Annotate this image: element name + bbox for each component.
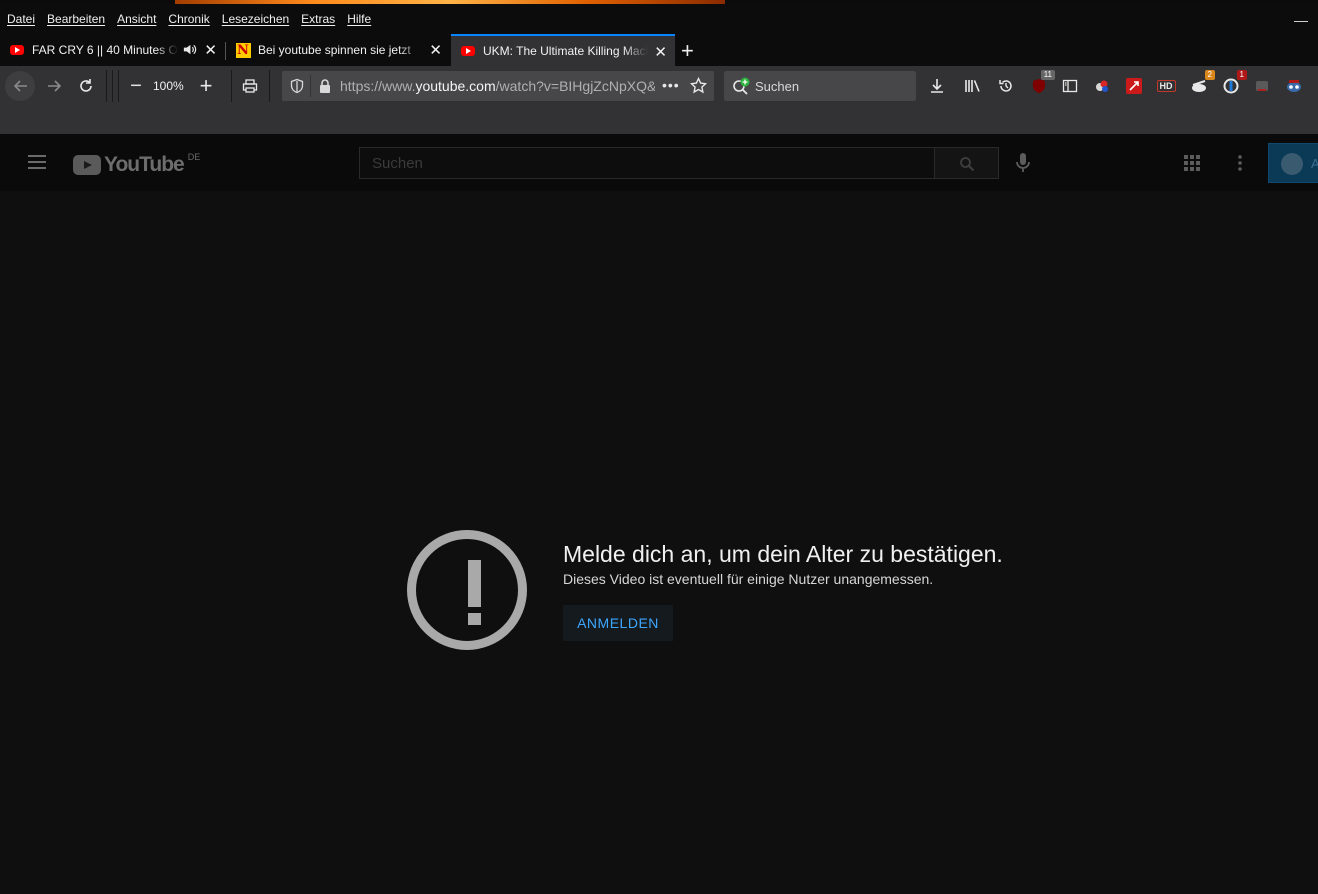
- toolbar-separator: [231, 70, 232, 102]
- hd-extension-icon[interactable]: HD: [1156, 76, 1176, 96]
- downloads-icon[interactable]: [927, 76, 947, 96]
- ublock-icon[interactable]: 11: [1029, 70, 1055, 96]
- search-placeholder: Suchen: [755, 79, 800, 94]
- tab-title: FAR CRY 6 || 40 Minutes Of N: [32, 43, 178, 57]
- history-icon[interactable]: [996, 76, 1016, 96]
- youtube-wordmark: YouTube: [104, 153, 185, 176]
- zoom-in-icon[interactable]: +: [194, 73, 218, 98]
- youtube-search-placeholder: Suchen: [372, 155, 423, 172]
- account-avatar-icon: [1281, 153, 1303, 175]
- library-icon[interactable]: [963, 76, 983, 96]
- youtube-sign-in-button[interactable]: A: [1268, 143, 1318, 183]
- zoom-level[interactable]: 100%: [153, 79, 184, 93]
- menubar: Datei Bearbeiten Ansicht Chronik Lesezei…: [0, 4, 1318, 34]
- anmelden-button[interactable]: ANMELDEN: [563, 605, 673, 641]
- youtube-favicon-icon: [460, 43, 476, 59]
- youtube-play-logo-icon: [73, 155, 101, 175]
- youtube-search-input[interactable]: Suchen: [359, 147, 935, 179]
- tab-ukm-active[interactable]: UKM: The Ultimate Killing Mach ✕: [451, 34, 675, 66]
- tab-far-cry[interactable]: FAR CRY 6 || 40 Minutes Of N ✕: [0, 34, 225, 66]
- close-tab-icon[interactable]: ✕: [654, 43, 667, 61]
- extension-badge: 2: [1204, 70, 1215, 80]
- microphone-icon[interactable]: [1014, 152, 1032, 179]
- navigation-toolbar: − 100% + https://www.youtube.com/watch?v…: [0, 66, 1318, 106]
- youtube-favicon-icon: [9, 42, 25, 58]
- menu-file[interactable]: Datei: [7, 12, 35, 26]
- sponsorblock-icon[interactable]: 1: [1221, 70, 1247, 96]
- age-gate-title: Melde dich an, um dein Alter zu bestätig…: [563, 541, 1003, 567]
- menu-tools[interactable]: Extras: [301, 12, 335, 26]
- url-bar[interactable]: https://www.youtube.com/watch?v=BIHgjZcN…: [282, 71, 714, 101]
- speaker-icon[interactable]: [182, 42, 197, 60]
- new-tab-icon[interactable]: +: [681, 38, 694, 64]
- sign-in-label: A: [1311, 156, 1318, 171]
- warning-exclamation-icon: [407, 530, 527, 650]
- toolbar-separator: [118, 70, 119, 102]
- grey-extension-icon[interactable]: [1252, 76, 1272, 96]
- browser-search-bar[interactable]: Suchen: [724, 71, 916, 101]
- lock-icon[interactable]: [318, 78, 332, 99]
- reload-icon[interactable]: [74, 74, 98, 98]
- menu-history[interactable]: Chronik: [168, 12, 209, 26]
- extension-badge: 1: [1236, 70, 1247, 80]
- url-separator: [310, 75, 311, 97]
- url-prefix: https://www.: [340, 78, 416, 94]
- bookmark-star-icon[interactable]: [689, 76, 708, 99]
- close-tab-icon[interactable]: ✕: [204, 41, 217, 59]
- ublock-badge: 11: [1040, 70, 1055, 80]
- page-actions-icon[interactable]: •••: [662, 77, 680, 93]
- menu-help[interactable]: Hilfe: [347, 12, 371, 26]
- tracking-protection-shield-icon[interactable]: [289, 78, 305, 99]
- menu-view[interactable]: Ansicht: [117, 12, 156, 26]
- youtube-logo[interactable]: YouTube DE: [73, 152, 201, 177]
- search-engine-icon[interactable]: [732, 77, 752, 100]
- forward-arrow-icon[interactable]: [42, 74, 66, 98]
- back-arrow-icon[interactable]: [9, 74, 33, 98]
- tab-bei-youtube[interactable]: N Bei youtube spinnen sie jetzt ✕: [226, 34, 450, 66]
- youtube-header: YouTube DE Suchen A: [0, 134, 1318, 191]
- close-tab-icon[interactable]: ✕: [429, 41, 442, 59]
- print-icon[interactable]: [238, 74, 262, 98]
- age-gate-subtitle: Dieses Video ist eventuell für einige Nu…: [563, 571, 934, 587]
- menu-edit[interactable]: Bearbeiten: [47, 12, 105, 26]
- mask-extension-icon[interactable]: [1284, 76, 1304, 96]
- red-extension-icon[interactable]: [1124, 76, 1144, 96]
- n-favicon-icon: N: [235, 42, 251, 58]
- toolbar-separator: [106, 70, 107, 102]
- tab-strip: FAR CRY 6 || 40 Minutes Of N ✕ N Bei you…: [0, 34, 1318, 66]
- color-picker-extension-icon[interactable]: [1092, 76, 1112, 96]
- tab-title: Bei youtube spinnen sie jetzt: [258, 43, 411, 57]
- url-host: youtube.com: [415, 78, 496, 94]
- search-icon: [959, 156, 975, 177]
- toolbar-separator: [269, 70, 270, 102]
- more-options-icon[interactable]: [1231, 154, 1249, 177]
- tampermonkey-icon[interactable]: 2: [1189, 70, 1215, 96]
- apps-grid-icon[interactable]: [1183, 154, 1201, 177]
- minimize-window-icon[interactable]: —: [1294, 12, 1308, 28]
- video-player-area: Melde dich an, um dein Alter zu bestätig…: [0, 191, 1318, 894]
- zoom-out-icon[interactable]: −: [124, 74, 148, 98]
- sidebar-icon[interactable]: [1060, 76, 1080, 96]
- url-path: /watch?v=BIHgjZcNpXQ&: [495, 78, 655, 94]
- url-text[interactable]: https://www.youtube.com/watch?v=BIHgjZcN…: [340, 78, 655, 94]
- hd-label: HD: [1156, 80, 1176, 92]
- country-code: DE: [187, 152, 201, 162]
- youtube-search-button[interactable]: [934, 147, 999, 179]
- bookmarks-toolbar: [0, 106, 1318, 134]
- hamburger-menu-icon[interactable]: [28, 155, 46, 169]
- tab-title: UKM: The Ultimate Killing Mach: [483, 44, 648, 58]
- menu-bookmarks[interactable]: Lesezeichen: [222, 12, 289, 26]
- toolbar-separator: [112, 70, 113, 102]
